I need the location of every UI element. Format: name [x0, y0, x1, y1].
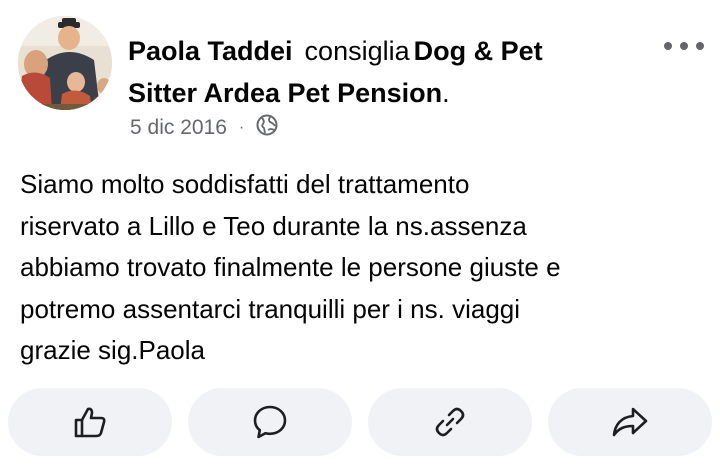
more-options-button[interactable]: [664, 36, 704, 56]
page-name-suffix: .: [442, 78, 450, 108]
post-body-line: grazie sig.Paola: [20, 335, 205, 365]
post-body-line: riservato a Lillo e Teo durante la ns.as…: [20, 210, 527, 241]
comment-button[interactable]: [188, 388, 352, 456]
link-icon: [435, 407, 465, 437]
post-body: Siamo molto soddisfatti del trattamento …: [20, 164, 710, 372]
meta-separator: ·: [238, 119, 245, 136]
post-body-line: potremo assentarci tranquilli per i ns. …: [20, 293, 521, 324]
post-meta: 5 dic 2016 ·: [130, 114, 278, 142]
post-actions: [8, 388, 712, 456]
like-button[interactable]: [8, 388, 172, 456]
more-dot-icon: [664, 42, 672, 50]
comment-bubble-icon: [253, 405, 287, 439]
post-body-line: Siamo molto soddisfatti del trattamento: [20, 169, 470, 199]
copy-link-button[interactable]: [368, 388, 532, 456]
share-arrow-icon: [612, 407, 648, 437]
recommend-verb: consiglia: [304, 36, 410, 66]
page-name-line2[interactable]: Sitter Ardea Pet Pension: [128, 78, 442, 108]
post-header: Paola Taddei consiglia Dog & Pet Sitter Ar…: [128, 30, 648, 114]
author-avatar[interactable]: [18, 16, 112, 110]
thumbs-up-icon: [74, 407, 106, 438]
globe-icon[interactable]: [256, 114, 278, 142]
author-name[interactable]: Paola Taddei: [128, 36, 293, 66]
more-dot-icon: [696, 42, 704, 50]
more-dot-icon: [680, 42, 688, 50]
page-name-line1[interactable]: Dog & Pet: [414, 36, 543, 66]
share-button[interactable]: [548, 388, 712, 456]
post-date[interactable]: 5 dic 2016: [130, 116, 227, 140]
post-body-line: abbiamo trovato finalmente le persone gi…: [20, 252, 561, 282]
